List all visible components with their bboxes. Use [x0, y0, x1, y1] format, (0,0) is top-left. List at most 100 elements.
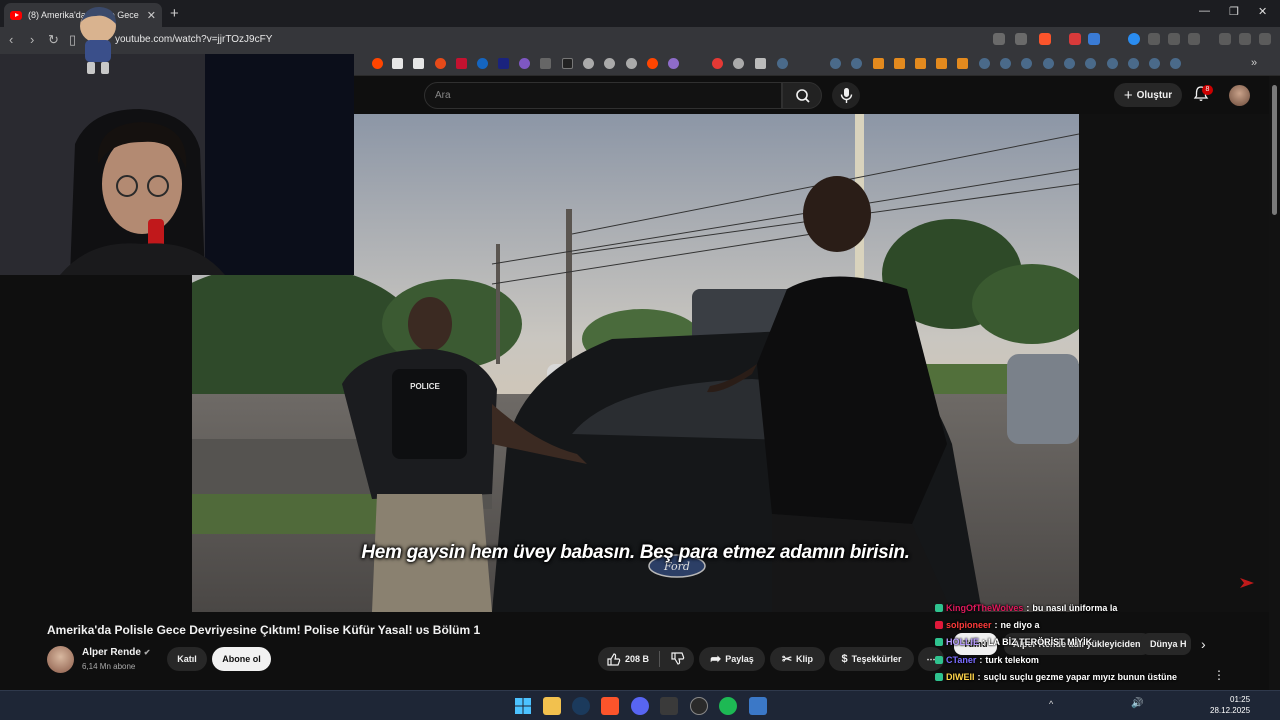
bookmark-icon[interactable] [456, 58, 467, 69]
channel-avatar[interactable] [47, 646, 74, 673]
windows-start-icon[interactable] [514, 697, 532, 715]
stream-chat-overlay: KingOfTheWolves: bu nasıl üniforma la so… [935, 599, 1205, 703]
bookmark-icon[interactable] [498, 58, 509, 69]
app-icon[interactable] [749, 697, 767, 715]
clip-button[interactable]: ✂ Klip [770, 647, 825, 671]
bookmark-reddit-icon[interactable] [647, 58, 658, 69]
reload-icon[interactable]: ↻ [48, 32, 59, 48]
channel-name[interactable]: Alper Rende ✔ [82, 647, 150, 658]
tray-chevron-icon[interactable]: ^ [1049, 699, 1053, 709]
extension-icon[interactable] [1188, 33, 1200, 45]
scrollbar-thumb[interactable] [1272, 85, 1277, 215]
youtube-favicon-icon [10, 10, 22, 20]
media-icon[interactable] [1239, 33, 1251, 45]
puzzle-icon[interactable] [1168, 33, 1180, 45]
share-icon[interactable] [1015, 33, 1027, 45]
bookmark-icon[interactable] [936, 58, 947, 69]
maximize-button[interactable]: ❐ [1229, 5, 1239, 18]
bookmark-steam-icon[interactable] [1021, 58, 1032, 69]
bookmark-amazon-icon[interactable] [413, 58, 424, 69]
bookmark-steam-icon[interactable] [1170, 58, 1181, 69]
address-bar[interactable]: youtube.com/watch?v=jjrTOzJ9cFY [115, 34, 272, 45]
cast-icon[interactable] [993, 33, 1005, 45]
create-button[interactable]: + Oluştur [1114, 83, 1182, 107]
obs-icon[interactable] [690, 697, 708, 715]
bookmark-steam-icon[interactable] [1064, 58, 1075, 69]
extension-icon[interactable] [1088, 33, 1100, 45]
discord-icon[interactable] [631, 697, 649, 715]
bookmark-folder-icon[interactable] [755, 58, 766, 69]
chat-badge-icon [935, 621, 943, 630]
search-input[interactable]: Ara [424, 82, 782, 109]
search-button[interactable] [782, 82, 822, 109]
chat-badge-icon [935, 603, 943, 612]
bookmark-icon[interactable] [915, 58, 926, 69]
subscribe-button[interactable]: Abone ol [212, 647, 271, 671]
thanks-button[interactable]: $ Teşekkürler [829, 647, 914, 671]
tab-close-icon[interactable]: ✕ [147, 9, 156, 22]
like-count[interactable]: 208 B [625, 654, 649, 664]
search-icon [796, 89, 810, 103]
dislike-icon[interactable] [670, 652, 685, 666]
bookmark-steam-icon[interactable] [830, 58, 841, 69]
close-window-button[interactable]: ✕ [1258, 5, 1267, 18]
new-tab-button[interactable]: + [170, 5, 179, 22]
chat-username: solpioneer [946, 620, 992, 631]
bookmark-icon[interactable] [392, 58, 403, 69]
bookmark-steam-icon[interactable] [1000, 58, 1011, 69]
bookmark-icon[interactable] [957, 58, 968, 69]
bookmark-steam-icon[interactable] [1149, 58, 1160, 69]
back-icon[interactable]: ‹ [9, 32, 13, 47]
brave-shield-icon[interactable] [1039, 33, 1051, 45]
bookmark-globe-icon[interactable] [626, 58, 637, 69]
file-explorer-icon[interactable] [543, 697, 561, 715]
system-clock[interactable]: 01:25 28.12.2025 [1210, 694, 1250, 716]
bookmark-icon[interactable] [873, 58, 884, 69]
chat-text: turk telekom [985, 654, 1039, 665]
bookmark-globe-icon[interactable] [583, 58, 594, 69]
bookmark-steam-icon[interactable] [1128, 58, 1139, 69]
bookmark-icon[interactable] [894, 58, 905, 69]
bookmark-steam-icon[interactable] [851, 58, 862, 69]
extension-icon[interactable] [1069, 33, 1081, 45]
minimize-button[interactable]: — [1199, 5, 1210, 17]
download-icon[interactable] [1219, 33, 1231, 45]
extension-icon[interactable] [1128, 33, 1140, 45]
brave-browser-icon[interactable] [601, 697, 619, 715]
volume-icon[interactable]: 🔊 [1131, 698, 1143, 709]
bookmark-reddit-icon[interactable] [372, 58, 383, 69]
video-subtitle: Hem gaysin hem üvey babasın. Beş para et… [361, 542, 910, 563]
bookmark-icon[interactable] [733, 58, 744, 69]
mic-icon [840, 88, 853, 103]
bookmark-icon[interactable] [477, 58, 488, 69]
menu-icon[interactable] [1259, 33, 1271, 45]
extension-icon[interactable] [1148, 33, 1160, 45]
spotify-icon[interactable] [719, 697, 737, 715]
chat-text: bu nasıl üniforma la [1032, 602, 1118, 613]
voice-search-button[interactable] [832, 82, 860, 109]
more-bookmarks-icon[interactable]: » [1251, 57, 1257, 69]
steam-icon[interactable] [572, 697, 590, 715]
account-avatar[interactable] [1229, 85, 1250, 106]
bookmark-icon[interactable] [712, 58, 723, 69]
bookmark-steam-icon[interactable] [777, 58, 788, 69]
bookmark-icon[interactable] [519, 58, 530, 69]
screen: (8) Amerika'da Polisle Gece Devriyesine … [0, 0, 1280, 720]
bookmark-icon[interactable] [562, 58, 573, 69]
bookmark-steam-icon[interactable] [979, 58, 990, 69]
like-icon[interactable] [606, 652, 621, 666]
app-icon[interactable] [660, 697, 678, 715]
bookmark-icon[interactable] [540, 58, 551, 69]
bookmark-steam-icon[interactable] [1085, 58, 1096, 69]
bookmark-steam-icon[interactable] [1043, 58, 1054, 69]
browser-toolbar: ‹ › ↻ ▯ youtube.com/watch?v=jjrTOzJ9cFY [0, 27, 1280, 53]
bookmark-steam-icon[interactable] [1107, 58, 1118, 69]
forward-icon[interactable]: › [30, 32, 34, 47]
share-button[interactable]: ➦ Paylaş [699, 647, 765, 671]
windows-taskbar: ^ 🔊 01:25 28.12.2025 [0, 690, 1280, 720]
bookmark-icon[interactable] [435, 58, 446, 69]
bookmark-icon[interactable] [668, 58, 679, 69]
bookmark-globe-icon[interactable] [604, 58, 615, 69]
kebab-menu-icon[interactable]: ⋮ [1213, 668, 1225, 682]
join-button[interactable]: Katıl [167, 647, 207, 671]
